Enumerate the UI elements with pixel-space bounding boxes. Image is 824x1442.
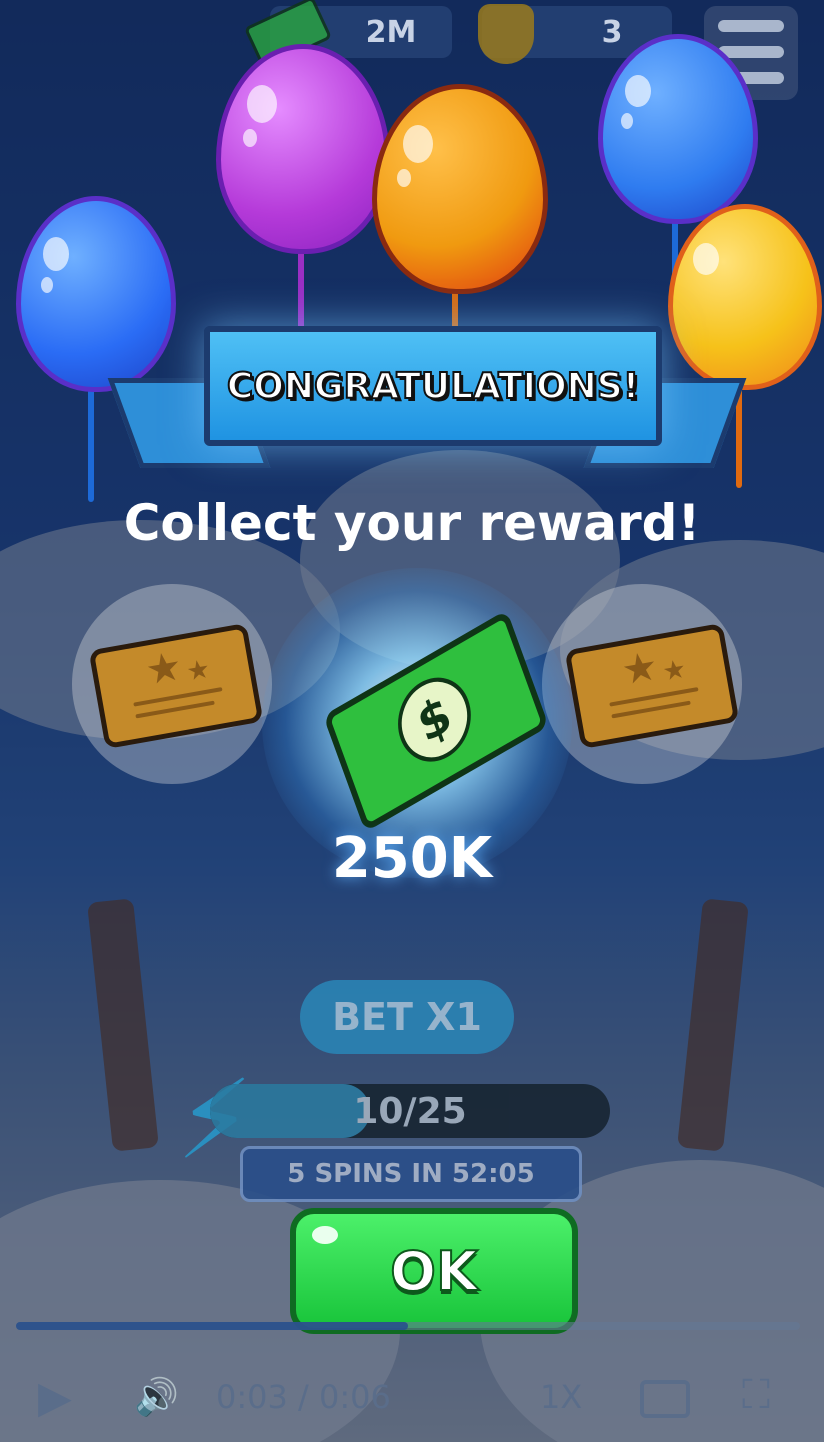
video-progress-bar[interactable] [16, 1322, 800, 1330]
energy-label: 10/25 [353, 1090, 467, 1132]
reward-slot-left: ★ ★ [72, 584, 272, 784]
playback-speed-button[interactable]: 1X [540, 1378, 582, 1416]
congratulations-banner: CONGRATULATIONS! [204, 326, 662, 446]
ticket-icon: ★ ★ [564, 622, 740, 750]
badge-count: 3 [601, 14, 623, 50]
reward-subtitle: Collect your reward! [123, 494, 701, 552]
video-progress-fill [16, 1322, 408, 1330]
spins-timer: 5 SPINS IN 52:05 [240, 1146, 582, 1202]
ticket-icon: ★ ★ [88, 622, 264, 750]
dollar-icon: $ [387, 662, 482, 777]
ok-button-label: OK [389, 1239, 479, 1304]
shield-icon [478, 4, 534, 64]
play-icon[interactable]: ▶ [38, 1372, 72, 1423]
cash-amount: 2M [365, 14, 417, 50]
game-screen: 2M 3 CONGRATULATIONS! Collect your rewar [0, 0, 824, 1442]
ok-button[interactable]: OK [290, 1208, 578, 1334]
bet-button: BET X1 [300, 980, 514, 1054]
picture-in-picture-icon[interactable] [640, 1380, 690, 1418]
reward-slot-right: ★ ★ [542, 584, 742, 784]
energy-bar: 10/25 [210, 1084, 610, 1138]
reward-value: 250K [331, 826, 493, 891]
video-time: 0:03 / 0:06 [216, 1378, 391, 1416]
fullscreen-icon[interactable]: ⛶ [742, 1372, 770, 1418]
menu-icon [718, 20, 784, 32]
banner-title: CONGRATULATIONS! [226, 365, 640, 408]
volume-icon[interactable]: 🔊 [134, 1376, 179, 1418]
